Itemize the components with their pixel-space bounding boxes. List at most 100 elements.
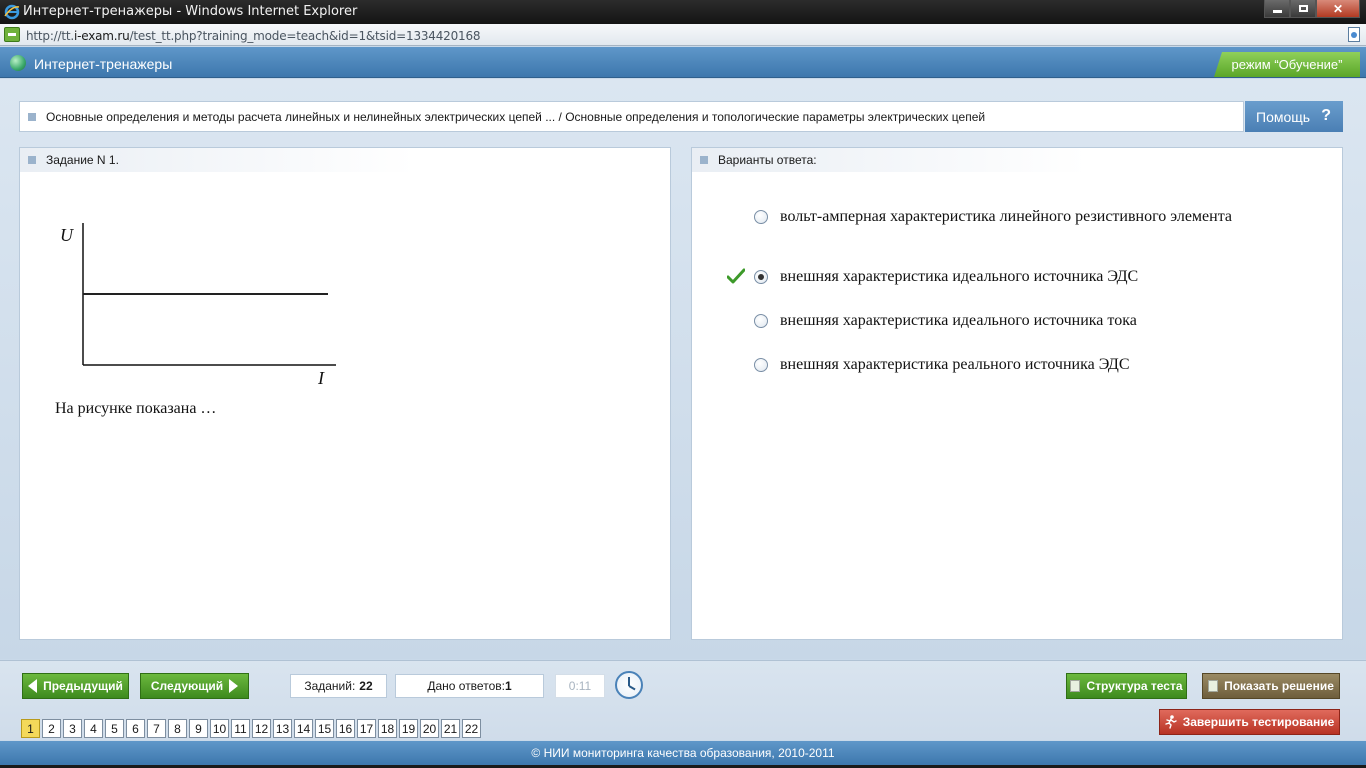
finish-test-label: Завершить тестирование: [1182, 715, 1335, 729]
checkmark-icon: [727, 268, 745, 284]
show-solution-label: Показать решение: [1224, 679, 1334, 693]
answers-header: Варианты ответа:: [718, 153, 817, 167]
answer-text: внешняя характеристика реального источни…: [780, 356, 1130, 373]
app-header: Интернет-тренажеры режим “Обучение”: [0, 47, 1366, 78]
page-icon[interactable]: [1348, 27, 1360, 42]
address-bar: http://tt.i-exam.ru/test_tt.php?training…: [0, 24, 1366, 46]
app-title: Интернет-тренажеры: [34, 56, 173, 72]
arrow-right-icon: [229, 679, 239, 693]
question-number: Задание N 1.: [46, 153, 119, 167]
question-panel: Задание N 1. U I На рисунке показана …: [19, 147, 671, 640]
footer: © НИИ мониторинга качества образования, …: [0, 741, 1366, 765]
page-button[interactable]: 16: [336, 719, 355, 738]
page-button[interactable]: 19: [399, 719, 418, 738]
answer-option[interactable]: внешняя характеристика реального источни…: [754, 355, 1240, 375]
maximize-icon: [1298, 5, 1308, 12]
window-controls: ✕: [1264, 0, 1360, 18]
page-button[interactable]: 7: [147, 719, 166, 738]
next-label: Следующий: [150, 679, 224, 693]
y-axis-label: U: [60, 225, 74, 245]
tasks-label: Заданий:: [304, 679, 356, 693]
tasks-count: 22: [359, 679, 373, 693]
answer-radio[interactable]: [754, 314, 768, 328]
test-structure-button[interactable]: Структура теста: [1066, 673, 1187, 699]
answer-option[interactable]: внешняя характеристика идеального источн…: [754, 267, 1240, 287]
help-label: Помощь: [1256, 108, 1311, 125]
document-icon: [1070, 680, 1081, 692]
url-field[interactable]: http://tt.i-exam.ru/test_tt.php?training…: [26, 29, 481, 43]
answer-radio[interactable]: [754, 210, 768, 224]
breadcrumb-text: Основные определения и методы расчета ли…: [46, 109, 986, 124]
page-button[interactable]: 15: [315, 719, 334, 738]
x-axis-label: I: [317, 368, 325, 388]
answer-radio-selected[interactable]: [754, 270, 768, 284]
page-button[interactable]: 20: [420, 719, 439, 738]
page-button[interactable]: 6: [126, 719, 145, 738]
page-button[interactable]: 17: [357, 719, 376, 738]
finish-test-button[interactable]: Завершить тестирование: [1159, 709, 1340, 735]
answers-count-box: Дано ответов: 1: [395, 674, 544, 698]
page-button[interactable]: 9: [189, 719, 208, 738]
bullet-square-icon: [700, 156, 708, 164]
answers-panel: Варианты ответа: вольт-амперная характер…: [691, 147, 1343, 640]
book-icon: [1208, 680, 1219, 692]
page-button[interactable]: 22: [462, 719, 481, 738]
main-content: Основные определения и методы расчета ли…: [0, 79, 1366, 659]
page-button-current[interactable]: 1: [21, 719, 40, 738]
minimize-button[interactable]: [1264, 0, 1290, 18]
question-pagination: 1 2 3 4 5 6 7 8 9 10 11 12 13 14 15 16 1…: [21, 719, 483, 738]
url-host: http://tt.: [26, 29, 74, 43]
answer-option[interactable]: вольт-амперная характеристика линейного …: [754, 207, 1240, 227]
running-man-icon: [1165, 715, 1177, 729]
tasks-count-box: Заданий: 22: [290, 674, 387, 698]
timer: 0:11: [555, 674, 605, 698]
next-button[interactable]: Следующий: [140, 673, 249, 699]
page-button[interactable]: 12: [252, 719, 271, 738]
bullet-square-icon: [28, 156, 36, 164]
bottom-toolbar: Предыдущий Следующий Заданий: 22 Дано от…: [0, 660, 1366, 740]
answers-given-label: Дано ответов:: [427, 679, 505, 693]
page-button[interactable]: 11: [231, 719, 250, 738]
url-path: /test_tt.php?training_mode=teach&id=1&ts…: [129, 29, 481, 43]
question-figure: U I: [60, 223, 336, 388]
clock-icon: [615, 671, 643, 699]
page-button[interactable]: 14: [294, 719, 313, 738]
page-button[interactable]: 5: [105, 719, 124, 738]
test-structure-label: Структура теста: [1086, 679, 1183, 693]
answer-text: вольт-амперная характеристика линейного …: [780, 208, 1232, 225]
site-favicon-icon: [4, 27, 20, 42]
answers-given-count: 1: [504, 679, 512, 693]
page-button[interactable]: 4: [84, 719, 103, 738]
answer-text: внешняя характеристика идеального источн…: [780, 312, 1137, 329]
bullet-square-icon: [28, 112, 36, 121]
maximize-button[interactable]: [1290, 0, 1316, 18]
page-button[interactable]: 10: [210, 719, 229, 738]
close-button[interactable]: ✕: [1316, 0, 1360, 18]
app-logo-icon: [10, 55, 26, 71]
answers-panel-header: Варианты ответа:: [692, 148, 1087, 172]
minimize-icon: [1272, 9, 1282, 13]
previous-button[interactable]: Предыдущий: [22, 673, 129, 699]
close-icon: ✕: [1332, 1, 1344, 16]
page-button[interactable]: 3: [63, 719, 82, 738]
page-button[interactable]: 18: [378, 719, 397, 738]
page-button[interactable]: 21: [441, 719, 460, 738]
breadcrumb: Основные определения и методы расчета ли…: [19, 101, 1244, 132]
page-button[interactable]: 13: [273, 719, 292, 738]
internet-explorer-icon: [4, 4, 20, 20]
window-title: Интернет-тренажеры - Windows Internet Ex…: [23, 4, 358, 19]
show-solution-button[interactable]: Показать решение: [1202, 673, 1340, 699]
mode-badge: режим “Обучение”: [1214, 52, 1360, 77]
answer-radio[interactable]: [754, 358, 768, 372]
arrow-left-icon: [28, 679, 38, 693]
answer-option[interactable]: внешняя характеристика идеального источн…: [754, 311, 1240, 331]
help-button[interactable]: Помощь ?: [1245, 101, 1343, 132]
question-mark-icon: ?: [1321, 107, 1331, 124]
page-button[interactable]: 8: [168, 719, 187, 738]
question-panel-header: Задание N 1.: [20, 148, 415, 172]
question-text: На рисунке показана …: [55, 400, 217, 417]
page-button[interactable]: 2: [42, 719, 61, 738]
breadcrumb-bar: Основные определения и методы расчета ли…: [19, 101, 1343, 132]
window-titlebar: Интернет-тренажеры - Windows Internet Ex…: [0, 0, 1366, 24]
previous-label: Предыдущий: [43, 679, 123, 693]
